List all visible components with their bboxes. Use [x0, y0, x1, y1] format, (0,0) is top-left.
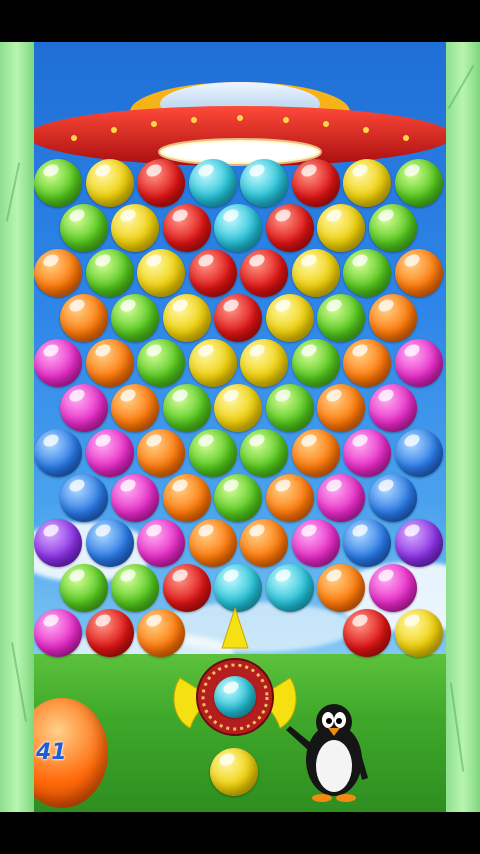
bubble-green — [111, 294, 160, 342]
bubble-yellow — [291, 249, 340, 297]
bubble-blue — [368, 474, 417, 522]
bubble-green — [343, 249, 391, 297]
bubble-green — [368, 204, 417, 252]
bubble-magenta — [111, 474, 160, 522]
bubble-orange — [137, 429, 185, 477]
bubble-green — [59, 564, 108, 612]
bubble-blue — [34, 429, 82, 477]
bubble-yellow — [214, 384, 263, 432]
score-text: 41 — [36, 740, 67, 765]
bubble-orange — [162, 474, 211, 522]
bubble-green — [265, 384, 314, 432]
bubble-blue — [343, 519, 391, 567]
bubble-cyan — [214, 204, 263, 252]
bubble-red — [343, 609, 391, 657]
bubble-orange — [34, 249, 82, 297]
bubble-green — [162, 384, 211, 432]
bubble-orange — [368, 294, 417, 342]
bubble-magenta — [137, 519, 185, 567]
bubble-green — [111, 564, 160, 612]
bubble-green — [214, 474, 263, 522]
bubble-red — [85, 609, 134, 657]
bubble-yellow — [111, 204, 160, 252]
bubble-red — [265, 204, 314, 252]
navigation-bar — [0, 812, 480, 854]
next-bubble — [210, 748, 258, 796]
bubble-yellow — [343, 159, 391, 207]
bubble-magenta — [85, 429, 134, 477]
bubble-orange — [188, 519, 237, 567]
bubble-blue — [394, 429, 443, 477]
bubble-cyan — [240, 159, 288, 207]
bubble-magenta — [291, 519, 340, 567]
bubble-blue — [85, 519, 134, 567]
bubble-green — [59, 204, 108, 252]
bubble-green — [240, 429, 288, 477]
bubble-orange — [85, 339, 134, 387]
bubble-magenta — [394, 339, 443, 387]
bubble-orange — [240, 519, 288, 567]
bubble-green — [137, 339, 185, 387]
bubble-orange — [343, 339, 391, 387]
bubble-red — [240, 249, 288, 297]
bubble-green — [85, 249, 134, 297]
bubble-orange — [317, 384, 366, 432]
bubble-magenta — [368, 564, 417, 612]
bubble-yellow — [137, 249, 185, 297]
bubble-orange — [59, 294, 108, 342]
bubble-green — [394, 159, 443, 207]
bubble-orange — [111, 384, 160, 432]
penguin-mascot — [286, 704, 368, 802]
bubble-red — [162, 564, 211, 612]
bubble-cyan — [265, 564, 314, 612]
bubble-cyan — [188, 159, 237, 207]
bubble-yellow — [162, 294, 211, 342]
bubble-red — [162, 204, 211, 252]
bubble-yellow — [265, 294, 314, 342]
bubble-magenta — [368, 384, 417, 432]
bubble-magenta — [317, 474, 366, 522]
bubble-magenta — [34, 609, 82, 657]
bubble-purple — [394, 519, 443, 567]
bubble-orange — [317, 564, 366, 612]
bubble-yellow — [240, 339, 288, 387]
bubble-yellow — [394, 609, 443, 657]
bubble-magenta — [34, 339, 82, 387]
game-playfield[interactable]: 41 — [34, 42, 446, 812]
bubble-red — [137, 159, 185, 207]
bubble-green — [34, 159, 82, 207]
bubble-red — [188, 249, 237, 297]
bubble-orange — [265, 474, 314, 522]
bubble-orange — [394, 249, 443, 297]
status-bar — [0, 0, 480, 42]
bubble-green — [317, 294, 366, 342]
bubble-orange — [291, 429, 340, 477]
bubble-yellow — [85, 159, 134, 207]
right-border — [446, 42, 480, 812]
bubble-red — [291, 159, 340, 207]
bubble-cyan — [214, 564, 263, 612]
bubble-purple — [34, 519, 82, 567]
bubble-magenta — [343, 429, 391, 477]
left-border — [0, 42, 34, 812]
current-bubble[interactable] — [214, 676, 256, 718]
bubble-yellow — [188, 339, 237, 387]
bubble-green — [188, 429, 237, 477]
bubble-magenta — [59, 384, 108, 432]
bubble-green — [291, 339, 340, 387]
bubble-red — [214, 294, 263, 342]
bubble-blue — [59, 474, 108, 522]
bubble-yellow — [317, 204, 366, 252]
